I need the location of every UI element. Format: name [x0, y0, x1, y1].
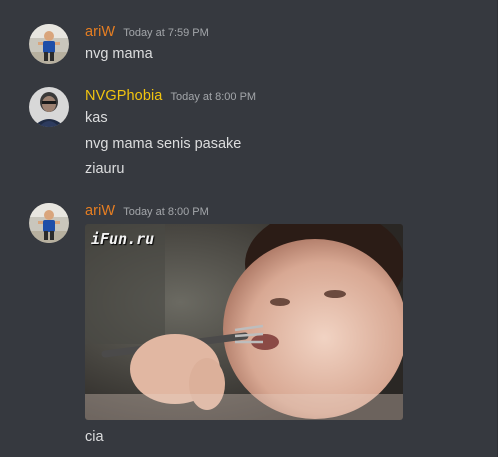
avatar[interactable]: [29, 203, 69, 243]
message-text: nvg mama senis pasake: [85, 136, 242, 152]
avatar[interactable]: [29, 24, 69, 64]
ariw-avatar-icon: [29, 203, 69, 243]
gif-watermark: iFun.ru: [91, 230, 155, 248]
nvgphobia-avatar-icon: [29, 87, 69, 127]
gif-attachment[interactable]: iFun.ru: [85, 224, 403, 420]
timestamp[interactable]: Today at 8:00 PM: [170, 91, 256, 103]
message-text: cia: [85, 429, 104, 445]
message-header: ariW Today at 7:59 PM: [85, 24, 209, 44]
message-text: ziauru: [85, 161, 125, 177]
avatar[interactable]: [29, 87, 69, 127]
message-header: ariW Today at 8:00 PM: [85, 203, 209, 223]
message-text: kas: [85, 110, 108, 126]
username[interactable]: NVGPhobia: [85, 88, 162, 104]
chat-messages-area: ariW Today at 7:59 PM nvg mama NVGPhobia…: [0, 0, 498, 457]
timestamp[interactable]: Today at 7:59 PM: [123, 27, 209, 39]
timestamp[interactable]: Today at 8:00 PM: [123, 206, 209, 218]
username[interactable]: ariW: [85, 203, 115, 219]
username[interactable]: ariW: [85, 24, 115, 40]
message-text: nvg mama: [85, 46, 153, 62]
ariw-avatar-icon: [29, 24, 69, 64]
gif-image: [85, 224, 403, 420]
message-header: NVGPhobia Today at 8:00 PM: [85, 88, 256, 108]
